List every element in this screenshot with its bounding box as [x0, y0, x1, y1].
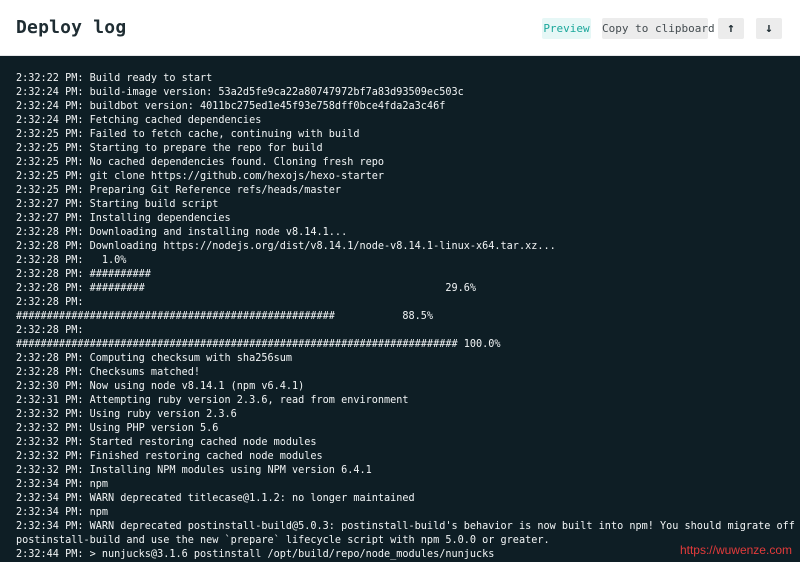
header-bar: Deploy log Preview Copy to clipboard ↑ ↓ — [0, 0, 800, 56]
log-line: 2:32:25 PM: Starting to prepare the repo… — [16, 143, 323, 154]
log-line: 2:32:24 PM: buildbot version: 4011bc275e… — [16, 101, 446, 112]
log-line: 2:32:27 PM: Installing dependencies — [16, 213, 231, 224]
preview-button[interactable]: Preview — [542, 18, 591, 39]
arrow-down-icon: ↓ — [765, 21, 773, 36]
arrow-up-icon: ↑ — [727, 21, 735, 36]
log-line: ########################################… — [16, 339, 501, 350]
log-line: 2:32:28 PM: Computing checksum with sha2… — [16, 353, 293, 364]
log-line: 2:32:25 PM: No cached dependencies found… — [16, 157, 385, 168]
copy-to-clipboard-button[interactable]: Copy to clipboard — [602, 18, 715, 39]
log-line: 2:32:32 PM: Finished restoring cached no… — [16, 451, 323, 462]
log-line: 2:32:22 PM: Build ready to start — [16, 73, 213, 84]
log-line: 2:32:28 PM: Downloading and installing n… — [16, 227, 348, 238]
log-line: 2:32:32 PM: Started restoring cached nod… — [16, 437, 317, 448]
log-line: 2:32:32 PM: Installing NPM modules using… — [16, 465, 372, 476]
page-title: Deploy log — [16, 17, 127, 38]
log-line: 2:32:28 PM: — [16, 325, 84, 336]
log-line: 2:32:28 PM: 1.0% — [16, 255, 127, 266]
log-line: 2:32:28 PM: Checksums matched! — [16, 367, 201, 378]
scroll-to-bottom-button[interactable]: ↓ — [756, 18, 782, 39]
log-line: 2:32:28 PM: — [16, 297, 84, 308]
log-line: ########################################… — [16, 311, 434, 322]
log-line: 2:32:25 PM: Preparing Git Reference refs… — [16, 185, 342, 196]
log-line: 2:32:32 PM: Using ruby version 2.3.6 — [16, 409, 237, 420]
log-line: 2:32:24 PM: Fetching cached dependencies — [16, 115, 262, 126]
log-output[interactable]: 2:32:22 PM: Build ready to start 2:32:24 … — [16, 72, 800, 562]
log-line: 2:32:32 PM: Using PHP version 5.6 — [16, 423, 219, 434]
scroll-to-top-button[interactable]: ↑ — [718, 18, 744, 39]
log-line: 2:32:31 PM: Attempting ruby version 2.3.… — [16, 395, 409, 406]
watermark: https://wuwenze.com — [679, 543, 792, 557]
log-line: 2:32:34 PM: WARN deprecated postinstall-… — [16, 521, 800, 532]
log-line: 2:32:34 PM: npm — [16, 479, 109, 490]
deploy-log-page: Deploy log Preview Copy to clipboard ↑ ↓… — [0, 0, 800, 562]
log-line: 2:32:27 PM: Starting build script — [16, 199, 219, 210]
log-line: 2:32:25 PM: Failed to fetch cache, conti… — [16, 129, 360, 140]
log-line: 2:32:25 PM: git clone https://github.com… — [16, 171, 385, 182]
log-line: 2:32:28 PM: Downloading https://nodejs.o… — [16, 241, 556, 252]
log-line: 2:32:28 PM: ######### 29.6% — [16, 283, 477, 294]
log-line: 2:32:34 PM: WARN deprecated titlecase@1.… — [16, 493, 415, 504]
log-line: 2:32:28 PM: ########## — [16, 269, 151, 280]
log-line: 2:32:24 PM: build-image version: 53a2d5f… — [16, 87, 464, 98]
log-line: 2:32:34 PM: npm — [16, 507, 109, 518]
log-line: 2:32:30 PM: Now using node v8.14.1 (npm … — [16, 381, 305, 392]
